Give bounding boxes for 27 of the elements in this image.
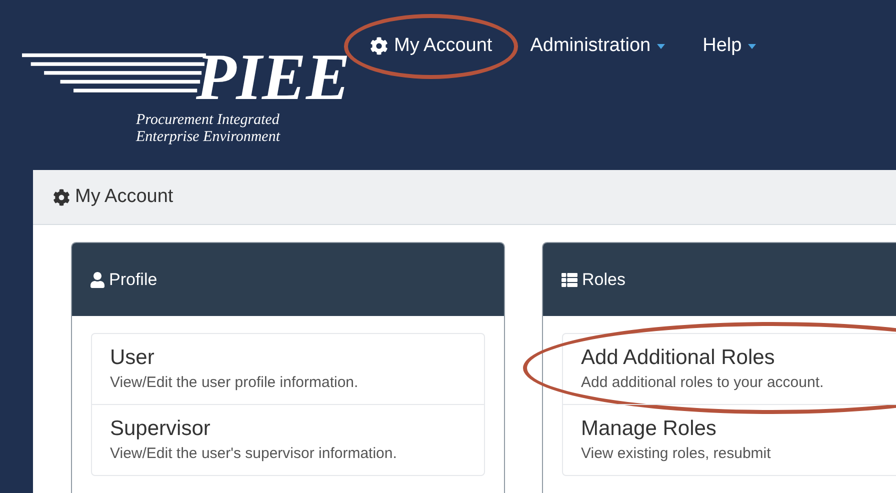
item-description: View existing roles, resubmit xyxy=(581,444,772,464)
item-title: Supervisor xyxy=(110,416,212,442)
item-title: Manage Roles xyxy=(581,416,718,442)
panel-title: Roles xyxy=(582,268,626,291)
nav-link[interactable]: Help xyxy=(702,32,756,60)
nav-link[interactable]: My Account xyxy=(370,32,492,60)
panel-title: Profile xyxy=(109,268,158,291)
nav-link[interactable]: Administration xyxy=(530,32,665,60)
list-icon xyxy=(561,272,578,288)
user-icon xyxy=(90,272,105,288)
logo-subtitle: Enterprise Environment xyxy=(136,129,282,146)
settings-icon xyxy=(370,37,388,56)
page-title: My Account xyxy=(75,184,174,209)
list-item[interactable]: Add Additional Roles Add additional roles to your account. xyxy=(563,334,896,404)
item-description: View/Edit the user's supervisor information. xyxy=(110,444,398,464)
item-description: View/Edit the user profile information. xyxy=(110,373,360,393)
list-item[interactable]: User View/Edit the user profile information. xyxy=(92,334,484,404)
item-title: User xyxy=(110,345,156,371)
logo-subtitle: Procurement Integrated xyxy=(136,112,280,129)
logo-text: PIEE xyxy=(196,48,350,108)
list-item[interactable]: Supervisor View/Edit the user's supervisor information. xyxy=(92,404,484,475)
caret-icon xyxy=(656,44,665,49)
caret-icon xyxy=(748,44,756,49)
item-title: Add Additional Roles xyxy=(581,345,776,371)
item-description: Add additional roles to your account. xyxy=(581,373,825,393)
list-item[interactable]: Manage Roles View existing roles, resubmit xyxy=(563,404,896,475)
settings-icon xyxy=(53,188,70,206)
